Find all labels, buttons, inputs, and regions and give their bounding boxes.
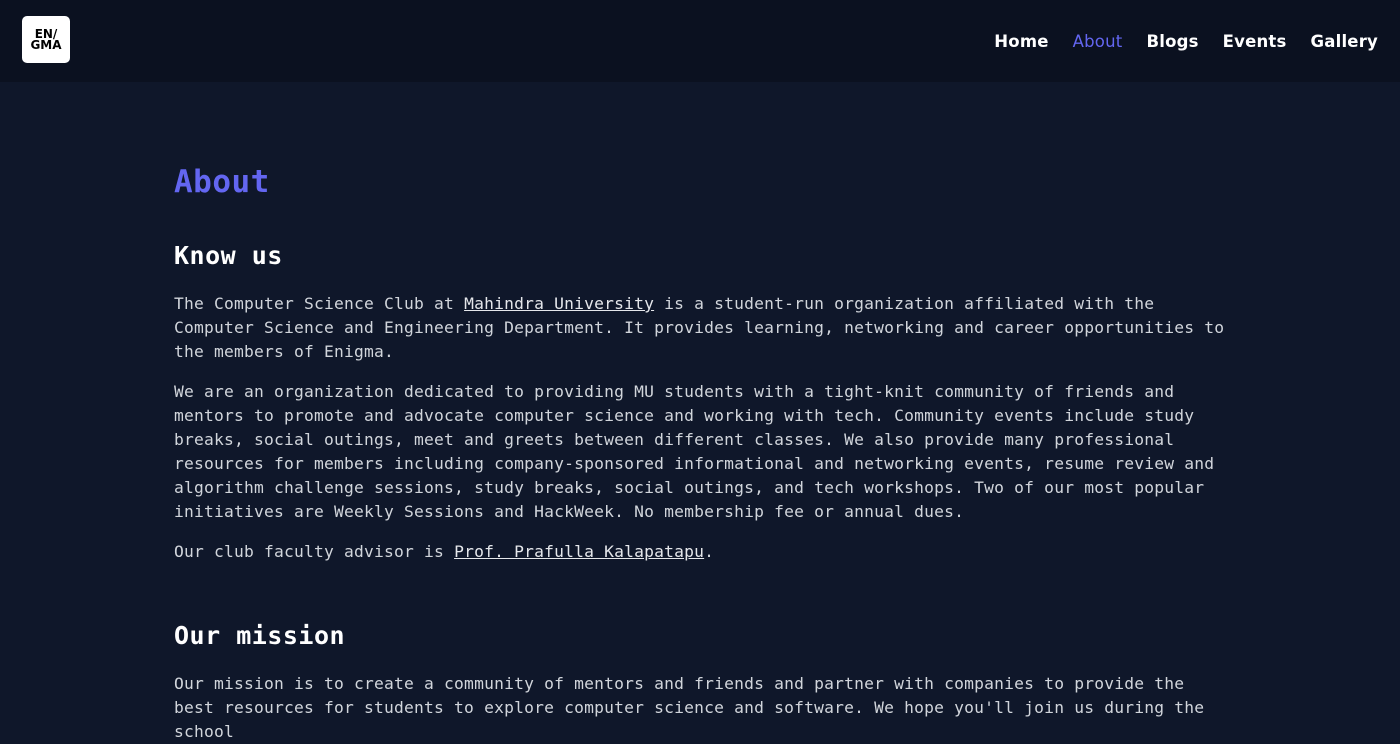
nav-blogs[interactable]: Blogs — [1146, 32, 1198, 51]
know-us-paragraph-2: We are an organization dedicated to prov… — [174, 382, 1215, 521]
p1-text-before: The Computer Science Club at — [174, 294, 465, 313]
nav-gallery[interactable]: Gallery — [1311, 32, 1378, 51]
logo-line-2: GMA — [30, 37, 62, 52]
p3-text-after: . — [704, 542, 715, 561]
top-navbar: EN/ GMA Home About Blogs Events Gallery — [0, 0, 1400, 82]
mission-paragraph-1: Our mission is to create a community of … — [174, 674, 1205, 741]
enigma-logo[interactable]: EN/ GMA — [22, 16, 70, 63]
main-content: About Know us The Computer Science Club … — [174, 160, 1234, 744]
faculty-advisor-link[interactable]: Prof. Prafulla Kalapatapu — [454, 542, 704, 561]
nav-about[interactable]: About — [1073, 32, 1123, 51]
nav-events[interactable]: Events — [1223, 32, 1287, 51]
mahindra-university-link[interactable]: Mahindra University — [464, 294, 654, 313]
know-us-paragraph-1: The Computer Science Club at Mahindra Un… — [174, 292, 1234, 364]
know-us-paragraph-3: Our club faculty advisor is Prof. Praful… — [174, 540, 1234, 564]
know-us-heading: Know us — [174, 241, 283, 270]
page-title: About — [174, 164, 270, 200]
main-nav: Home About Blogs Events Gallery — [994, 29, 1378, 53]
nav-home[interactable]: Home — [994, 32, 1048, 51]
p3-text-before: Our club faculty advisor is — [174, 542, 455, 561]
our-mission-heading: Our mission — [174, 621, 346, 650]
